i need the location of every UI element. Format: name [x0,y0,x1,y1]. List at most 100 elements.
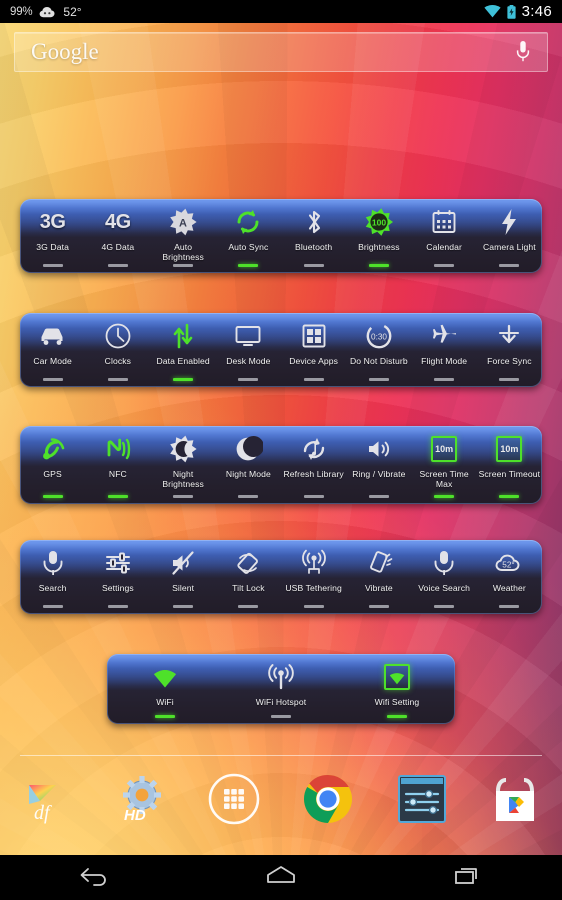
temperature-label: 52° [63,4,82,19]
toggle-tile-ring-vibrate[interactable]: Ring / Vibrate [346,426,411,504]
do-not-disturb-icon: 0:30 [364,320,394,352]
toggle-tile-label: Screen Timeout [478,469,541,479]
toggle-tile-vibrate[interactable]: Vibrate [346,540,411,614]
nav-home[interactable] [187,864,374,891]
toggle-status-indicator [42,264,63,267]
toggle-tile-refresh-library[interactable]: Refresh Library [281,426,346,504]
microphone-icon [38,547,68,579]
dock-item-hd-settings[interactable]: HD [94,772,188,826]
toggle-tile-label: Calendar [426,242,462,252]
toggle-tile-do-not-disturb[interactable]: 0:30 Do Not Disturb [346,313,411,387]
wifi-icon [483,5,501,18]
toggle-tile-clocks[interactable]: Clocks [85,313,150,387]
toggle-status-indicator [42,605,63,608]
toggle-tile-label: Car Mode [33,356,72,366]
toggle-tile-label: Refresh Library [283,469,344,479]
toggle-tile-tilt-lock[interactable]: Tilt Lock [216,540,281,614]
toggle-tile-data-enabled[interactable]: Data Enabled [151,313,216,387]
toggle-status-indicator [155,715,175,718]
toggle-status-indicator [173,605,194,608]
toggle-status-indicator [434,495,455,498]
toggle-tile-weather[interactable]: 52° Weather [477,540,542,614]
dock-item-chrome[interactable] [281,774,375,824]
3g-text-icon: 3G [39,210,66,233]
refresh-library-icon [299,433,329,465]
toggle-tile-force-sync[interactable]: Force Sync [477,313,542,387]
toggle-tile-camera-light[interactable]: Camera Light [477,199,542,273]
toggle-tile-label: Tilt Lock [232,583,265,593]
toggle-tile-auto-sync[interactable]: Auto Sync [216,199,281,273]
toggle-tile-calendar[interactable]: Calendar [412,199,477,273]
bluetooth-icon [299,206,329,238]
dock-item-play-store[interactable] [468,774,562,824]
toggle-tile-label: Device Apps [289,356,339,366]
toggle-tile-car-mode[interactable]: Car Mode [20,313,85,387]
toggle-status-indicator [434,264,455,267]
toggle-tile-label: NFC [108,469,127,479]
toggle-tile-label: Silent [172,583,195,593]
toggle-status-indicator [303,495,324,498]
force-sync-icon [494,320,524,352]
weather-cloud-icon: 52° [494,547,524,579]
wifi-icon [150,661,180,693]
microphone-icon[interactable] [515,40,547,64]
nfc-icon [103,433,133,465]
toggle-tile-wifi[interactable]: WiFi [107,654,223,724]
recents-icon [453,864,483,891]
toggle-tile-flight-mode[interactable]: Flight Mode [412,313,477,387]
dock-divider [20,755,542,756]
status-bar[interactable]: 99% 52° 3:46 [0,0,562,23]
toggle-tile-bluetooth[interactable]: Bluetooth [281,199,346,273]
toggle-tile-night-mode[interactable]: Night Mode [216,426,281,504]
toggle-tile-brightness[interactable]: 100 Brightness [346,199,411,273]
wifi-setting-icon [384,661,410,693]
toggle-status-indicator [499,264,520,267]
toggle-tile-search[interactable]: Search [20,540,85,614]
toggle-tile-label: WiFi [156,697,174,707]
toggle-tile-gps[interactable]: GPS [20,426,85,504]
toggle-tile-nfc[interactable]: NFC [85,426,150,504]
toggle-tile-screen-timeout[interactable]: 10m Screen Timeout [477,426,542,504]
toggle-tile-usb-tethering[interactable]: USB Tethering [281,540,346,614]
auto-brightness-icon: A [168,206,198,238]
toggle-tile-label: Flight Mode [421,356,468,366]
sliders-icon [103,547,133,579]
toggle-tile-night-brightness[interactable]: Night Brightness [151,426,216,504]
toggle-tile-label: Ring / Vibrate [352,469,406,479]
nav-back[interactable] [0,864,187,891]
toggle-tile-label: Camera Light [482,242,536,252]
toggle-tile-label: Clocks [104,356,132,366]
toggle-tile-3g-data[interactable]: 3G 3G Data [20,199,85,273]
toggle-tile-desk-mode[interactable]: Desk Mode [216,313,281,387]
toggle-tile-voice-search[interactable]: Voice Search [412,540,477,614]
toggle-tile-screen-time-max[interactable]: 10m Screen Time Max [412,426,477,504]
svg-text:0:30: 0:30 [371,332,387,341]
toggle-tile-device-apps[interactable]: Device Apps [281,313,346,387]
toggle-tile-label: Auto Brightness [162,242,204,262]
svg-text:100: 100 [372,218,386,228]
toggle-tile-4g-data[interactable]: 4G 4G Data [85,199,150,273]
google-search-bar[interactable]: Google [14,32,548,72]
toggle-row-1: 3G 3G Data 4G 4G Data A Auto Brightness Auto S… [20,199,542,273]
apps-grid-icon [299,320,329,352]
nav-recents[interactable] [375,864,562,891]
toggle-tile-wifi-setting[interactable]: Wifi Setting [339,654,455,724]
toggle-status-indicator [387,715,407,718]
dock-item-settings[interactable] [375,775,469,823]
dock-item-app-drawer[interactable] [187,771,281,827]
toggle-tile-label: Brightness [358,242,400,252]
toggle-tile-label: Voice Search [418,583,471,593]
toggle-tile-label: Force Sync [487,356,532,366]
dock-item-df[interactable]: df [0,772,94,826]
toggle-tile-wifi-hotspot[interactable]: WiFi Hotspot [223,654,339,724]
moon-icon [233,433,264,465]
toggle-tile-settings[interactable]: Settings [85,540,150,614]
toggle-tile-label: Weather [492,583,526,593]
toggle-tile-auto-brightness[interactable]: A Auto Brightness [151,199,216,273]
svg-text:HD: HD [124,807,146,824]
toggle-status-indicator [238,264,259,267]
toggle-status-indicator [238,495,259,498]
toggle-status-indicator [303,605,324,608]
toggle-tile-label: Vibrate [364,583,393,593]
toggle-tile-silent[interactable]: Silent [151,540,216,614]
